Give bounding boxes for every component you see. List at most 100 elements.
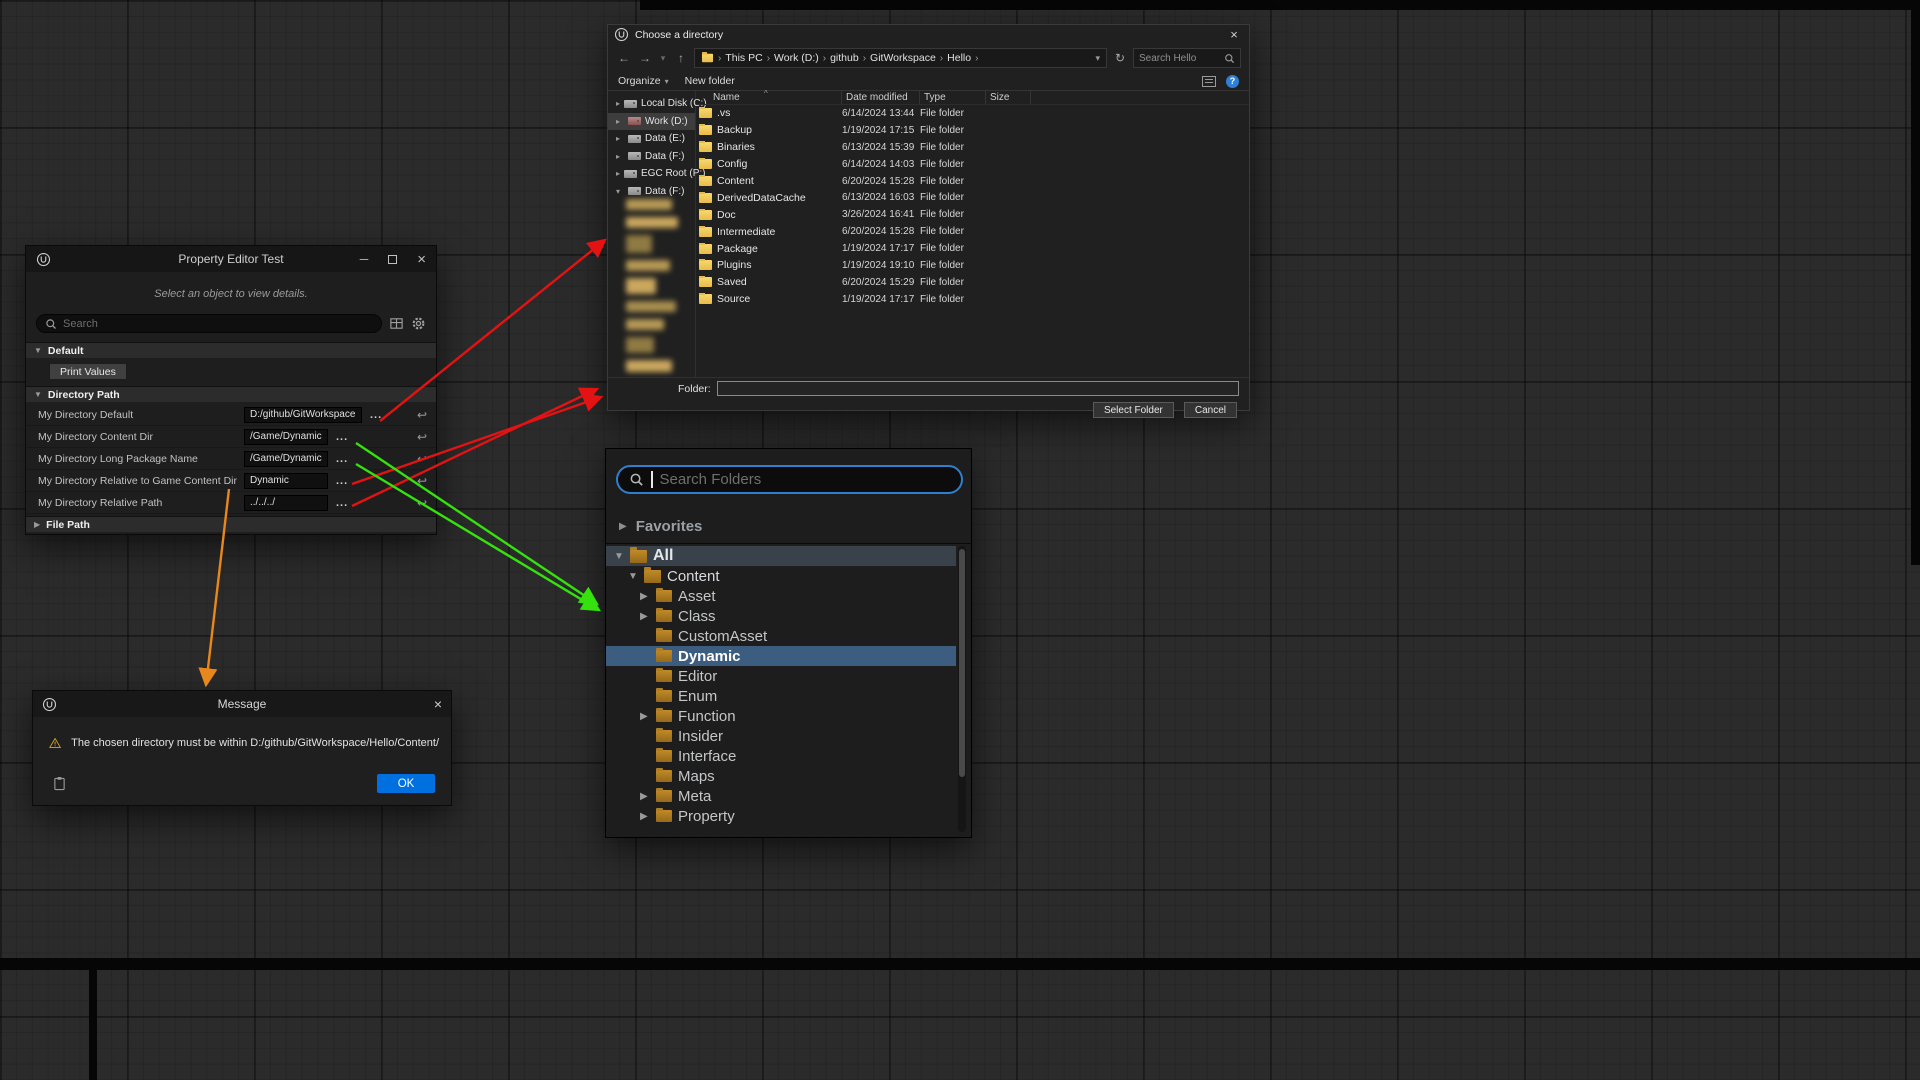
search-folders-input[interactable] [660, 471, 951, 488]
tree-item-enum[interactable]: Enum [606, 686, 956, 706]
chevron-down-icon[interactable]: ▼ [628, 571, 638, 582]
file-row[interactable]: Doc 3/26/2024 16:41 File folder [696, 206, 1249, 223]
tree-item-dynamic[interactable]: Dynamic [606, 646, 956, 666]
search-box[interactable] [36, 314, 382, 333]
reset-to-default-icon[interactable]: ↩ [417, 430, 427, 444]
file-row[interactable]: Backup 1/19/2024 17:15 File folder [696, 122, 1249, 139]
browse-ellipsis-button[interactable]: ... [336, 431, 348, 443]
dialog-title-bar[interactable]: Message × [33, 691, 451, 717]
close-icon[interactable]: × [434, 696, 442, 712]
reset-to-default-icon[interactable]: ↩ [417, 452, 427, 466]
section-header-file-path[interactable]: ▶ File Path [26, 516, 436, 532]
tree-item-insider[interactable]: Insider [606, 726, 956, 746]
reset-to-default-icon[interactable]: ↩ [417, 474, 427, 488]
tree-item-maps[interactable]: Maps [606, 766, 956, 786]
chevron-down-icon[interactable]: ▾ [616, 187, 624, 196]
file-row[interactable]: .vs 6/14/2024 13:44 File folder [696, 105, 1249, 122]
copy-to-clipboard-icon[interactable] [53, 776, 66, 791]
tree-item-content[interactable]: ▼ Content [606, 566, 956, 586]
browse-ellipsis-button[interactable]: ... [336, 453, 348, 465]
column-header-size[interactable]: Size [986, 91, 1031, 104]
reset-to-default-icon[interactable]: ↩ [417, 496, 427, 510]
section-header-directory-path[interactable]: ▼ Directory Path [26, 386, 436, 402]
sidebar-item-egc-root-p[interactable]: ▸ EGC Root (P:) [608, 165, 695, 183]
sidebar-item-data-f-expanded[interactable]: ▾ Data (F:) [608, 183, 695, 201]
select-folder-button[interactable]: Select Folder [1093, 402, 1174, 418]
dialog-title-bar[interactable]: Choose a directory × [608, 25, 1249, 44]
tree-item-customasset[interactable]: CustomAsset [606, 626, 956, 646]
chevron-right-icon[interactable]: ▸ [616, 169, 620, 178]
browse-ellipsis-button[interactable]: ... [336, 475, 348, 487]
breadcrumb-hello[interactable]: Hello [947, 52, 971, 64]
tree-item-property[interactable]: ▶ Property [606, 806, 956, 826]
tree-item-all[interactable]: ▼ All [606, 546, 956, 566]
up-icon[interactable]: ↑ [673, 51, 689, 65]
property-value-field[interactable]: /Game/Dynamic [244, 451, 328, 467]
scrollbar-track[interactable] [958, 546, 966, 832]
file-row[interactable]: Saved 6/20/2024 15:29 File folder [696, 274, 1249, 291]
scrollbar-thumb[interactable] [959, 549, 965, 777]
favorites-section-header[interactable]: ▶ Favorites [606, 513, 971, 539]
property-value-field[interactable]: /Game/Dynamic [244, 429, 328, 445]
tree-item-function[interactable]: ▶ Function [606, 706, 956, 726]
file-row[interactable]: Content 6/20/2024 15:28 File folder [696, 173, 1249, 190]
help-icon[interactable]: ? [1226, 75, 1239, 88]
reset-to-default-icon[interactable]: ↩ [417, 408, 427, 422]
close-icon[interactable]: × [417, 252, 426, 267]
chevron-right-icon[interactable]: ▸ [616, 134, 624, 143]
address-dropdown-icon[interactable]: ▾ [1095, 53, 1100, 64]
sidebar-item-data-f[interactable]: ▸ Data (F:) [608, 148, 695, 166]
ok-button[interactable]: OK [377, 774, 435, 793]
chevron-right-icon[interactable]: ▶ [640, 591, 648, 602]
refresh-icon[interactable]: ↻ [1112, 51, 1128, 65]
breadcrumb-work-d[interactable]: Work (D:) [774, 52, 819, 64]
file-row[interactable]: Binaries 6/13/2024 15:39 File folder [696, 139, 1249, 156]
file-row[interactable]: Source 1/19/2024 17:17 File folder [696, 291, 1249, 308]
file-row[interactable]: Plugins 1/19/2024 19:10 File folder [696, 257, 1249, 274]
new-folder-button[interactable]: New folder [685, 75, 735, 87]
search-box[interactable] [1133, 48, 1241, 68]
sidebar-item-work-d[interactable]: ▸ Work (D:) [608, 113, 695, 131]
gear-icon[interactable] [411, 316, 426, 331]
file-row[interactable]: Package 1/19/2024 17:17 File folder [696, 240, 1249, 257]
display-grid-icon[interactable] [389, 316, 404, 331]
chevron-down-icon[interactable]: ▼ [614, 551, 624, 562]
chevron-right-icon[interactable]: ▶ [640, 711, 648, 722]
address-bar[interactable]: › This PC › Work (D:) › github › GitWork… [694, 48, 1107, 68]
sidebar-item-local-disk-c[interactable]: ▸ Local Disk (C:) [608, 95, 695, 113]
cancel-button[interactable]: Cancel [1184, 402, 1237, 418]
organize-button[interactable]: Organize ▾ [618, 75, 669, 87]
breadcrumb-github[interactable]: github [830, 52, 859, 64]
search-input[interactable] [63, 318, 373, 330]
change-view-icon[interactable] [1202, 76, 1216, 87]
history-chevron-icon[interactable]: ▾ [658, 53, 668, 64]
maximize-icon[interactable] [388, 255, 397, 264]
minimize-icon[interactable]: ─ [360, 253, 369, 265]
folder-input[interactable] [717, 381, 1239, 396]
search-folders-box[interactable] [616, 465, 963, 494]
column-header-name[interactable]: Name [696, 91, 842, 104]
chevron-right-icon[interactable]: ▶ [640, 791, 648, 802]
tree-item-asset[interactable]: ▶ Asset [606, 586, 956, 606]
column-header-date-modified[interactable]: Date modified [842, 91, 920, 104]
chevron-right-icon[interactable]: ▶ [640, 611, 648, 622]
browse-ellipsis-button[interactable]: ... [336, 497, 348, 509]
chevron-right-icon[interactable]: ▸ [616, 117, 624, 126]
property-value-field[interactable]: Dynamic [244, 473, 328, 489]
property-value-field[interactable]: D:/github/GitWorkspace [244, 407, 362, 423]
file-row[interactable]: Config 6/14/2024 14:03 File folder [696, 156, 1249, 173]
breadcrumb-gitworkspace[interactable]: GitWorkspace [870, 52, 936, 64]
print-values-button[interactable]: Print Values [49, 363, 127, 380]
back-icon[interactable]: ← [616, 51, 632, 65]
chevron-right-icon[interactable]: ▸ [616, 99, 620, 108]
column-header-type[interactable]: Type [920, 91, 986, 104]
file-row[interactable]: DerivedDataCache 6/13/2024 16:03 File fo… [696, 189, 1249, 206]
tree-item-editor[interactable]: Editor [606, 666, 956, 686]
chevron-right-icon[interactable]: ▸ [616, 152, 624, 161]
property-value-field[interactable]: ../../../ [244, 495, 328, 511]
sidebar-item-data-e[interactable]: ▸ Data (E:) [608, 130, 695, 148]
forward-icon[interactable]: → [637, 51, 653, 65]
search-input[interactable] [1139, 53, 1224, 64]
chevron-right-icon[interactable]: ▶ [640, 811, 648, 822]
tree-item-class[interactable]: ▶ Class [606, 606, 956, 626]
